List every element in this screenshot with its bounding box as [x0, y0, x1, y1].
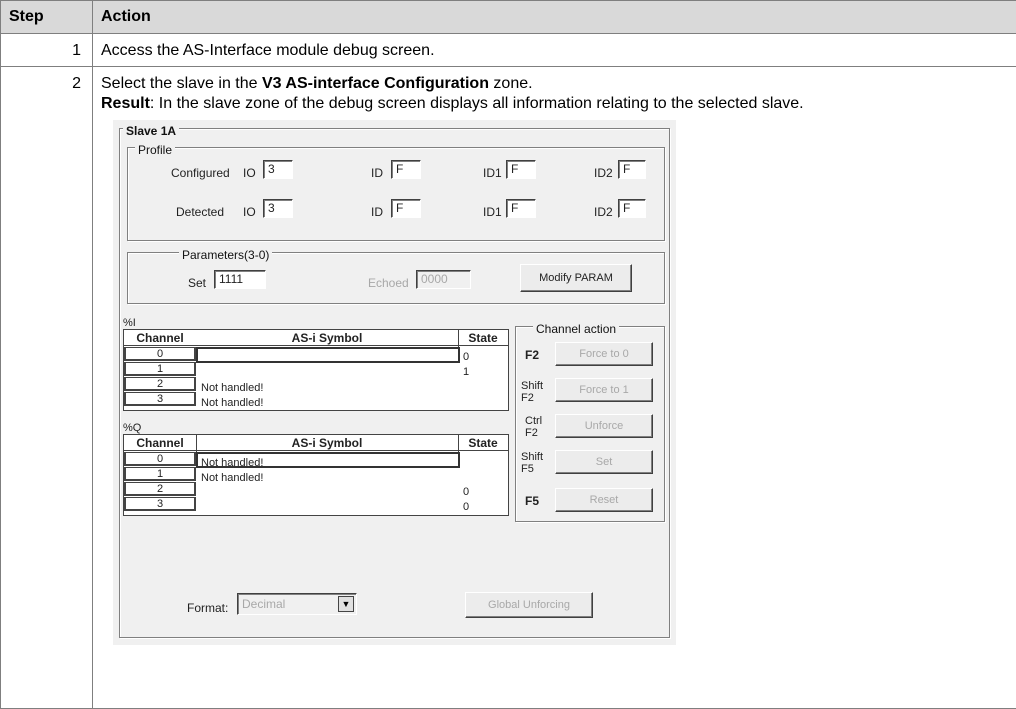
force-to-0-button[interactable]: Force to 0 [555, 342, 653, 366]
configured-label: Configured [171, 166, 230, 180]
result-text: : In the slave zone of the debug screen … [149, 95, 804, 112]
parameter-set-field[interactable]: 1111 [214, 270, 266, 289]
reset-shortcut: F5 [525, 494, 540, 508]
profile-title: Profile [135, 140, 176, 160]
force1-shortcut: Shift F2 [521, 380, 544, 404]
force-to-1-button[interactable]: Force to 1 [555, 378, 653, 402]
format-select[interactable]: Decimal ▼ [237, 593, 357, 615]
inputs-grid[interactable]: Channel AS-i Symbol State 0 0 1 1 2 Not … [123, 329, 509, 411]
detected-id1-field: F [506, 199, 536, 218]
step-number: 1 [0, 33, 93, 67]
result-line: Result: In the slave zone of the debug s… [101, 94, 1016, 114]
outputs-grid[interactable]: Channel AS-i Symbol State 0 Not handled!… [123, 434, 509, 516]
col-symbol: AS-i Symbol [196, 330, 458, 346]
step-action: Access the AS-Interface module debug scr… [92, 33, 1016, 67]
dropdown-arrow-icon[interactable]: ▼ [338, 596, 354, 612]
channel-action-title: Channel action [533, 319, 620, 339]
step-number: 2 [0, 66, 93, 709]
channel-cell: 0 [124, 347, 196, 361]
result-label: Result [101, 95, 150, 112]
detected-id2-field: F [618, 199, 646, 218]
header-action: Action [92, 0, 1016, 34]
io-label: IO [243, 166, 256, 180]
set-button[interactable]: Set [555, 450, 653, 474]
force0-shortcut: F2 [525, 348, 540, 362]
channel-cell: 2 [124, 482, 196, 496]
zone-name: V3 AS-interface Configuration [261, 75, 489, 92]
detected-id-field: F [391, 199, 421, 218]
col-state: State [458, 435, 508, 451]
id1-label: ID1 [483, 166, 502, 180]
channel-cell: 3 [124, 497, 196, 511]
channel-cell: 1 [124, 362, 196, 376]
header-step: Step [0, 0, 93, 34]
id-label: ID [371, 205, 383, 219]
slave-debug-panel: Slave 1A Profile Configured IO 3 ID F ID… [113, 120, 676, 645]
unforce-button[interactable]: Unforce [555, 414, 653, 438]
global-unforcing-button[interactable]: Global Unforcing [465, 592, 593, 618]
id2-label: ID2 [594, 166, 613, 180]
symbol-cell: Not handled! [201, 397, 264, 409]
configured-id1-field: F [506, 160, 536, 179]
echoed-label: Echoed [368, 276, 409, 290]
configured-io-field: 3 [263, 160, 293, 179]
id2-label: ID2 [594, 205, 613, 219]
procedure-table: Step Action 1 Access the AS-Interface mo… [0, 0, 1016, 709]
id1-label: ID1 [483, 205, 502, 219]
set-label: Set [188, 276, 207, 290]
table-row: 2 Select the slave in the V3 AS-interfac… [0, 66, 1016, 709]
step-action: Select the slave in the V3 AS-interface … [92, 66, 1016, 709]
selected-cell [196, 347, 460, 363]
symbol-cell: Not handled! [201, 472, 264, 484]
col-channel: Channel [124, 330, 196, 346]
state-cell: 1 [463, 366, 470, 378]
col-symbol: AS-i Symbol [196, 435, 458, 451]
slave-title: Slave 1A [123, 121, 180, 141]
format-label: Format: [187, 601, 229, 615]
channel-cell: 2 [124, 377, 196, 391]
header-row: Step Action [0, 0, 1016, 34]
col-state: State [458, 330, 508, 346]
modify-param-button[interactable]: Modify PARAM [520, 264, 632, 292]
configured-id2-field: F [618, 160, 646, 179]
channel-cell: 1 [124, 467, 196, 481]
format-value: Decimal [242, 597, 286, 611]
instruction-line: Select the slave in the V3 AS-interface … [101, 74, 1016, 94]
unforce-shortcut: Ctrl F2 [525, 415, 543, 439]
table-row: 1 Access the AS-Interface module debug s… [0, 33, 1016, 67]
col-channel: Channel [124, 435, 196, 451]
parameter-echoed-field: 0000 [416, 270, 471, 289]
state-cell: 0 [463, 501, 470, 513]
channel-cell: 0 [124, 452, 196, 466]
io-label: IO [243, 205, 256, 219]
detected-label: Detected [176, 205, 225, 219]
set-shortcut: Shift F5 [521, 451, 544, 475]
reset-button[interactable]: Reset [555, 488, 653, 512]
configured-id-field: F [391, 160, 421, 179]
parameters-title: Parameters(3-0) [179, 245, 273, 265]
id-label: ID [371, 166, 383, 180]
channel-cell: 3 [124, 392, 196, 406]
detected-io-field: 3 [263, 199, 293, 218]
instruction-text: Select the slave in the [101, 75, 262, 92]
instruction-text: zone. [488, 75, 533, 92]
